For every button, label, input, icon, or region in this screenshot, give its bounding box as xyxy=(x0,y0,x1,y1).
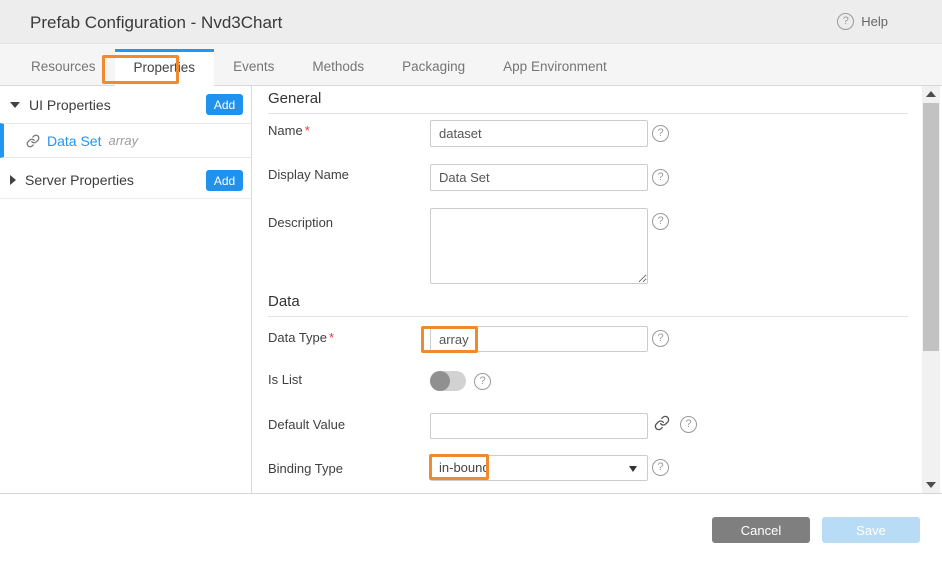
default-value-help-icon[interactable] xyxy=(680,416,697,433)
dialog-footer: Cancel Save xyxy=(0,494,942,562)
tab-app-environment[interactable]: App Environment xyxy=(484,49,626,85)
bind-variable-link-icon[interactable] xyxy=(654,415,670,436)
scrollbar-thumb[interactable] xyxy=(923,103,939,351)
help-button[interactable]: Help xyxy=(837,13,888,30)
data-type-help-icon[interactable] xyxy=(652,330,669,347)
display-name-input[interactable] xyxy=(430,164,648,191)
is-list-label: Is List xyxy=(268,372,302,387)
caret-right-icon xyxy=(10,175,16,185)
data-type-label: Data Type* xyxy=(268,330,334,345)
dialog-title: Prefab Configuration - Nvd3Chart xyxy=(30,13,282,33)
description-label: Description xyxy=(268,215,333,230)
help-label: Help xyxy=(861,14,888,29)
name-input[interactable] xyxy=(430,120,648,147)
sidebar-group-server-properties[interactable]: Server Properties Add xyxy=(0,162,251,199)
sidebar-item-type: array xyxy=(108,133,138,148)
sidebar-item-dataset[interactable]: Data Set array xyxy=(0,123,251,158)
tab-resources[interactable]: Resources xyxy=(12,49,115,85)
binding-type-value: in-bound xyxy=(439,460,490,475)
display-name-help-icon[interactable] xyxy=(652,169,669,186)
help-question-icon xyxy=(837,13,854,30)
save-button[interactable]: Save xyxy=(822,517,920,543)
dropdown-arrow-icon xyxy=(629,466,637,472)
section-title-general: General xyxy=(268,90,908,114)
is-list-help-icon[interactable] xyxy=(474,373,491,390)
group-label: Server Properties xyxy=(25,172,134,188)
name-label: Name* xyxy=(268,123,310,138)
display-name-label: Display Name xyxy=(268,167,349,182)
tab-bar: Resources Properties Events Methods Pack… xyxy=(0,44,942,86)
add-server-property-button[interactable]: Add xyxy=(206,170,243,191)
cancel-button[interactable]: Cancel xyxy=(712,517,810,543)
properties-sidebar: UI Properties Add Data Set array Server … xyxy=(0,86,252,493)
is-list-toggle[interactable] xyxy=(430,371,466,391)
scroll-up-icon[interactable] xyxy=(926,91,936,97)
binding-type-select[interactable]: in-bound xyxy=(430,455,648,481)
required-marker: * xyxy=(305,123,310,138)
add-ui-property-button[interactable]: Add xyxy=(206,94,243,115)
scroll-down-icon[interactable] xyxy=(926,482,936,488)
sidebar-group-ui-properties[interactable]: UI Properties Add xyxy=(0,86,251,123)
link-icon xyxy=(26,134,40,148)
title-bar: Prefab Configuration - Nvd3Chart Help xyxy=(0,0,942,44)
prefab-configuration-dialog: Prefab Configuration - Nvd3Chart Help Re… xyxy=(0,0,942,562)
section-title-data: Data xyxy=(268,293,908,317)
binding-type-help-icon[interactable] xyxy=(652,459,669,476)
name-help-icon[interactable] xyxy=(652,125,669,142)
tab-methods[interactable]: Methods xyxy=(293,49,383,85)
toggle-knob xyxy=(430,371,450,391)
sidebar-item-label: Data Set xyxy=(47,133,101,149)
tab-properties[interactable]: Properties xyxy=(115,49,215,86)
description-textarea[interactable] xyxy=(430,208,648,284)
property-form: General Name* Display Name Description D… xyxy=(253,86,922,493)
tab-events[interactable]: Events xyxy=(214,49,293,85)
binding-type-label: Binding Type xyxy=(268,461,343,476)
tab-packaging[interactable]: Packaging xyxy=(383,49,484,85)
group-label: UI Properties xyxy=(29,97,111,113)
default-value-input[interactable] xyxy=(430,413,648,439)
default-value-label: Default Value xyxy=(268,417,345,432)
data-type-input[interactable] xyxy=(430,326,648,352)
description-help-icon[interactable] xyxy=(652,213,669,230)
vertical-scrollbar[interactable] xyxy=(922,86,940,493)
caret-down-icon xyxy=(10,102,20,108)
required-marker: * xyxy=(329,330,334,345)
